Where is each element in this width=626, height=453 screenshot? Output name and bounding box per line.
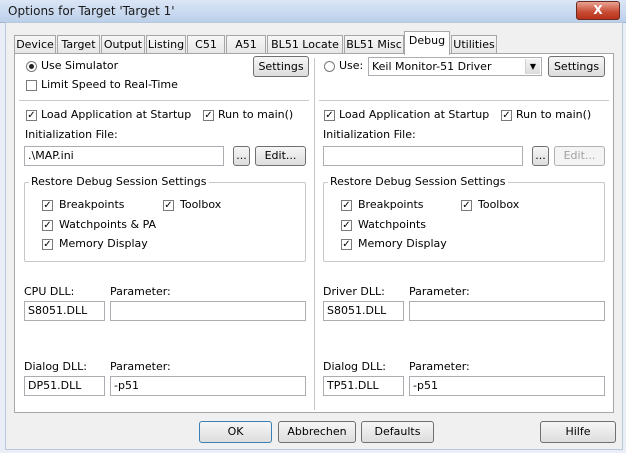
right-init-file-label: Initialization File: [323,128,416,141]
right-toolbox-checkbox[interactable]: ✓ [461,200,472,211]
left-toolbox-checkbox[interactable]: ✓ [163,200,174,211]
right-browse-button[interactable]: ... [532,146,549,166]
left-dialog-parameter-input[interactable]: -p51 [110,376,306,396]
left-separator [19,100,309,101]
driver-parameter-input[interactable] [409,301,605,321]
left-edit-button[interactable]: Edit... [255,146,306,166]
tab-a51[interactable]: A51 [226,35,266,54]
ok-button[interactable]: OK [199,421,272,443]
window-title: Options for Target 'Target 1' [8,4,175,18]
right-watchpoints-label: Watchpoints [358,218,427,231]
debug-tab-panel: Use Simulator Settings Limit Speed to Re… [14,53,614,413]
driver-select[interactable]: Keil Monitor-51 Driver ▼ [368,57,542,76]
right-edit-button[interactable]: Edit... [554,146,605,166]
defaults-button[interactable]: Defaults [361,421,434,443]
left-run-main-checkbox[interactable]: ✓ [203,110,214,121]
left-init-file-label: Initialization File: [25,128,118,141]
left-toolbox-label: Toolbox [180,198,222,211]
driver-dll-input[interactable]: S8051.DLL [323,301,404,321]
left-browse-button[interactable]: ... [233,146,250,166]
cpu-parameter-input[interactable] [110,301,306,321]
right-separator [319,100,609,101]
left-breakpoints-checkbox[interactable]: ✓ [42,200,53,211]
right-restore-group-label: Restore Debug Session Settings [328,175,508,188]
right-toolbox-label: Toolbox [478,198,520,211]
limit-speed-label: Limit Speed to Real-Time [41,78,178,91]
right-memory-display-checkbox[interactable]: ✓ [341,239,352,250]
cancel-button[interactable]: Abbrechen [278,421,356,443]
tab-debug[interactable]: Debug [404,31,450,55]
right-memory-display-label: Memory Display [358,237,447,250]
help-button[interactable]: Hilfe [540,421,616,443]
left-memory-display-label: Memory Display [59,237,148,250]
tab-bl51-misc[interactable]: BL51 Misc [344,35,404,54]
chevron-down-icon[interactable]: ▼ [525,59,540,74]
right-load-app-label: Load Application at Startup [339,108,490,121]
right-dialog-parameter-input[interactable]: -p51 [409,376,605,396]
right-dialog-parameter-label: Parameter: [409,360,470,373]
left-watchpoints-label: Watchpoints & PA [59,218,157,231]
tab-device[interactable]: Device [14,35,56,54]
left-watchpoints-checkbox[interactable]: ✓ [42,220,53,231]
left-run-main-label: Run to main() [218,108,294,121]
left-load-app-checkbox[interactable]: ✓ [26,110,37,121]
dialog-client-area: Device Target Output Listing C51 A51 BL5… [5,22,623,450]
right-breakpoints-checkbox[interactable]: ✓ [341,200,352,211]
right-run-main-label: Run to main() [516,108,592,121]
use-driver-label: Use: [339,59,364,72]
cpu-dll-label: CPU DLL: [24,285,75,298]
right-load-app-checkbox[interactable]: ✓ [324,110,335,121]
driver-dll-label: Driver DLL: [323,285,385,298]
use-driver-radio[interactable] [324,61,335,72]
driver-select-value: Keil Monitor-51 Driver [372,60,492,73]
tab-output[interactable]: Output [101,35,145,54]
right-dialog-dll-input[interactable]: TP51.DLL [323,376,404,396]
left-breakpoints-label: Breakpoints [59,198,125,211]
use-simulator-label: Use Simulator [41,59,119,72]
tab-listing[interactable]: Listing [146,35,186,54]
tab-utilities[interactable]: Utilities [451,35,497,54]
right-run-main-checkbox[interactable]: ✓ [501,110,512,121]
driver-settings-button[interactable]: Settings [548,56,605,77]
tab-bl51-locate[interactable]: BL51 Locate [267,35,343,54]
right-dialog-dll-label: Dialog DLL: [323,360,386,373]
left-dialog-dll-label: Dialog DLL: [24,360,87,373]
left-dialog-dll-input[interactable]: DP51.DLL [24,376,105,396]
left-dialog-parameter-label: Parameter: [110,360,171,373]
left-memory-display-checkbox[interactable]: ✓ [42,239,53,250]
column-divider [314,58,315,410]
title-bar: Options for Target 'Target 1' X [0,0,626,23]
left-init-file-input[interactable]: .\MAP.ini [24,146,224,166]
left-restore-group-label: Restore Debug Session Settings [29,175,209,188]
cpu-dll-input[interactable]: S8051.DLL [24,301,105,321]
simulator-settings-button[interactable]: Settings [253,56,309,77]
close-button[interactable]: X [576,1,620,20]
left-load-app-label: Load Application at Startup [41,108,192,121]
tab-c51[interactable]: C51 [187,35,225,54]
right-init-file-input[interactable] [323,146,523,166]
use-simulator-radio[interactable] [26,61,37,72]
limit-speed-checkbox[interactable] [26,80,37,91]
right-watchpoints-checkbox[interactable]: ✓ [341,220,352,231]
right-breakpoints-label: Breakpoints [358,198,424,211]
tab-target[interactable]: Target [57,35,100,54]
driver-parameter-label: Parameter: [409,285,470,298]
cpu-parameter-label: Parameter: [110,285,171,298]
